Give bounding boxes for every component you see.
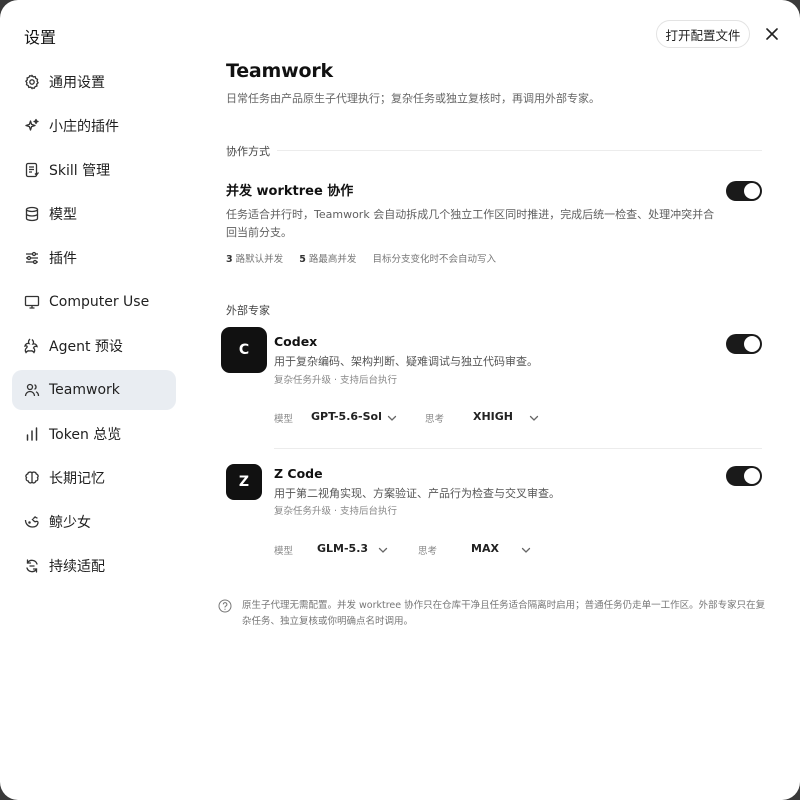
meta-default-concurrency: 3	[226, 254, 233, 265]
sidebar-item-label: 持续适配	[49, 559, 105, 575]
codex-desc: 用于复杂编码、架构判断、疑难调试与独立代码审查。	[274, 355, 538, 368]
codex-model-label: 模型	[274, 414, 294, 425]
sidebar-item-general[interactable]: 通用设置	[12, 62, 176, 102]
divider	[277, 150, 762, 151]
sidebar-item-token[interactable]: Token 总览	[12, 414, 176, 454]
zcode-toggle[interactable]	[726, 466, 762, 486]
database-icon	[24, 206, 40, 222]
sidebar-item-skill[interactable]: Skill 管理	[12, 150, 176, 190]
codex-sub: 复杂任务升级 · 支持后台执行	[274, 375, 398, 386]
worktree-toggle[interactable]	[726, 181, 762, 201]
sidebar: 通用设置 小庄的插件 Skill 管理 模型 插件 Computer Use A…	[12, 62, 176, 590]
codex-model-select[interactable]: GPT-5.6-Sol	[311, 410, 382, 423]
sidebar-item-label: 长期记忆	[49, 471, 105, 487]
zcode-sub: 复杂任务升级 · 支持后台执行	[274, 506, 398, 517]
chevron-down-icon[interactable]	[520, 544, 532, 556]
bar-chart-icon	[24, 426, 40, 442]
sidebar-item-model[interactable]: 模型	[12, 194, 176, 234]
chevron-down-icon[interactable]	[386, 412, 398, 424]
zcode-desc: 用于第二视角实现、方案验证、产品行为检查与交叉审查。	[274, 487, 560, 500]
sidebar-item-label: Skill 管理	[49, 163, 111, 179]
sidebar-item-plugins[interactable]: 插件	[12, 238, 176, 278]
gear-icon	[24, 74, 40, 90]
meta-branch-note: 目标分支变化时不会自动写入	[372, 254, 496, 265]
zcode-name: Z Code	[274, 466, 323, 481]
toggle-knob	[744, 336, 760, 352]
worktree-desc: 任务适合并行时，Teamwork 会自动拆成几个独立工作区同时推进，完成后统一检…	[226, 208, 715, 239]
users-icon	[24, 382, 40, 398]
divider	[274, 448, 762, 449]
sidebar-item-agent-preset[interactable]: Agent 预设	[12, 326, 176, 366]
section-label-collab: 协作方式	[226, 145, 270, 158]
open-config-button[interactable]: 打开配置文件	[656, 20, 750, 48]
worktree-title: 并发 worktree 协作	[226, 184, 354, 199]
window-title: 设置	[24, 28, 57, 47]
brain-icon	[24, 470, 40, 486]
codex-avatar: C	[221, 327, 267, 373]
toggle-knob	[744, 183, 760, 199]
sidebar-item-adaptation[interactable]: 持续适配	[12, 546, 176, 586]
help-circle-icon	[218, 599, 232, 613]
section-label-experts: 外部专家	[226, 304, 270, 317]
settings-window: 设置 打开配置文件 通用设置 小庄的插件 Skill 管理 模型 插件 Comp…	[0, 0, 800, 800]
info-note-text: 原生子代理无需配置。并发 worktree 协作只在仓库干净且任务适合隔离时启用…	[242, 600, 766, 627]
sidebar-item-label: 小庄的插件	[49, 119, 119, 135]
refresh-icon	[24, 558, 40, 574]
sidebar-item-label: 通用设置	[49, 75, 105, 91]
codex-think-label: 思考	[425, 414, 445, 425]
sidebar-item-label: 插件	[49, 251, 77, 267]
meta-max-concurrency: 5	[299, 254, 306, 265]
agent-icon	[24, 338, 40, 354]
sidebar-item-teamwork[interactable]: Teamwork	[12, 370, 176, 410]
codex-name: Codex	[274, 334, 318, 349]
zcode-avatar: Z	[226, 464, 262, 500]
close-icon[interactable]	[762, 24, 782, 44]
codex-toggle[interactable]	[726, 334, 762, 354]
sidebar-item-computer-use[interactable]: Computer Use	[12, 282, 176, 322]
whale-icon	[24, 514, 40, 530]
sidebar-item-plugins-personal[interactable]: 小庄的插件	[12, 106, 176, 146]
sidebar-item-label: Computer Use	[49, 294, 150, 310]
sliders-icon	[24, 250, 40, 266]
chevron-down-icon[interactable]	[528, 412, 540, 424]
zcode-model-label: 模型	[274, 546, 294, 557]
chevron-down-icon[interactable]	[377, 544, 389, 556]
worktree-meta: 3 路默认并发 5 路最高并发 目标分支变化时不会自动写入	[226, 251, 496, 265]
monitor-icon	[24, 294, 40, 310]
sidebar-item-label: 模型	[49, 207, 77, 223]
meta-max-concurrency-label: 路最高并发	[308, 254, 357, 265]
codex-think-select[interactable]: XHIGH	[473, 410, 513, 423]
sidebar-item-label: Token 总览	[49, 427, 122, 443]
sidebar-item-label: Teamwork	[49, 382, 120, 398]
page-subtitle: 日常任务由产品原生子代理执行；复杂任务或独立复核时，再调用外部专家。	[226, 92, 600, 105]
sparkle-icon	[24, 118, 40, 134]
sidebar-item-whale[interactable]: 鲸少女	[12, 502, 176, 542]
zcode-model-select[interactable]: GLM-5.3	[317, 542, 368, 555]
page-title: Teamwork	[226, 60, 333, 82]
toggle-knob	[744, 468, 760, 484]
meta-default-concurrency-label: 路默认并发	[235, 254, 284, 265]
zcode-think-label: 思考	[418, 546, 438, 557]
zcode-think-select[interactable]: MAX	[471, 542, 499, 555]
sidebar-item-label: Agent 预设	[49, 339, 123, 355]
sidebar-item-memory[interactable]: 长期记忆	[12, 458, 176, 498]
sidebar-item-label: 鲸少女	[49, 515, 91, 531]
main-content: Teamwork 日常任务由产品原生子代理执行；复杂任务或独立复核时，再调用外部…	[226, 60, 762, 106]
skill-doc-icon	[24, 162, 40, 178]
